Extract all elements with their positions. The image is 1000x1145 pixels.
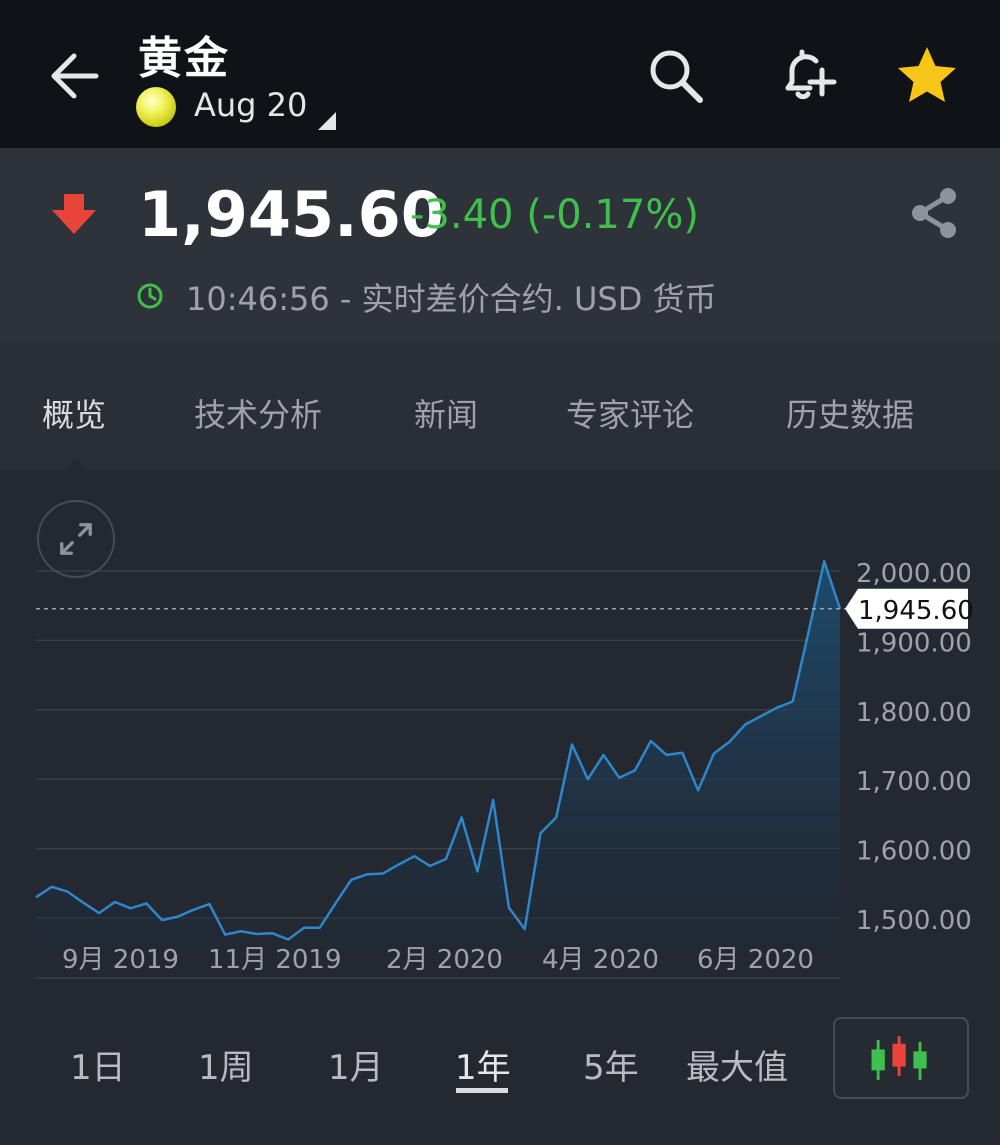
current-price-label: 1,945.60 [858, 596, 974, 626]
star-icon[interactable] [896, 44, 958, 106]
clock-icon [137, 283, 163, 309]
back-arrow-icon[interactable] [44, 48, 104, 104]
tab-news[interactable]: 新闻 [414, 390, 478, 436]
y-tick-label: 1,800.00 [856, 698, 972, 728]
range-1-year[interactable]: 1年 [455, 1040, 511, 1089]
expand-chart-button[interactable] [37, 500, 115, 578]
price-chart[interactable]: 2,000.00 1,900.00 1,800.00 1,700.00 1,600.00… [0, 470, 1000, 1000]
top-bar: 黄金 Aug 20 [0, 0, 1000, 148]
range-1-month[interactable]: 1月 [328, 1040, 384, 1089]
range-1-day[interactable]: 1日 [70, 1040, 126, 1089]
tab-expert-comments[interactable]: 专家评论 [566, 390, 694, 436]
add-alert-bell-icon[interactable] [776, 44, 838, 106]
chart-canvas: 2,000.00 1,900.00 1,800.00 1,700.00 1,600.00… [35, 559, 974, 979]
x-tick-label: 4月 2020 [542, 945, 659, 975]
section-tabs: 概览 技术分析 新闻 专家评论 历史数据 [0, 342, 1000, 470]
range-max[interactable]: 最大值 [686, 1040, 788, 1089]
y-tick-label: 2,000.00 [856, 559, 972, 589]
x-tick-label: 9月 2019 [62, 945, 179, 975]
x-tick-label: 11月 2019 [208, 945, 342, 975]
y-tick-label: 1,500.00 [856, 906, 972, 936]
range-1-week[interactable]: 1周 [198, 1040, 254, 1089]
active-range-underline [456, 1088, 508, 1093]
tab-technical-analysis[interactable]: 技术分析 [194, 390, 322, 436]
search-icon[interactable] [646, 46, 706, 106]
quote-panel: 1,945.60 -3.40 (-0.17%) 10:46:56 - 实时差价合… [0, 148, 1000, 342]
price-change: -3.40 (-0.17%) [410, 192, 699, 238]
chart-type-button[interactable] [833, 1017, 969, 1099]
x-tick-label: 2月 2020 [386, 945, 503, 975]
price-down-arrow-icon [52, 194, 96, 234]
expand-icon [60, 523, 92, 555]
quote-time-info: 10:46:56 - 实时差价合约. USD 货币 [186, 280, 717, 318]
candlestick-chart-icon [871, 1036, 927, 1080]
range-5-years[interactable]: 5年 [583, 1040, 639, 1089]
y-tick-label: 1,600.00 [856, 837, 972, 867]
time-range-selector: 1日 1周 1月 1年 5年 最大值 [0, 1010, 1000, 1120]
x-tick-label: 6月 2020 [697, 945, 814, 975]
y-tick-label: 1,900.00 [856, 628, 972, 658]
share-icon[interactable] [908, 186, 960, 240]
gold-coin-icon [136, 87, 176, 127]
instrument-title: 黄金 [138, 33, 230, 84]
active-tab-pointer [64, 458, 88, 470]
tab-overview[interactable]: 概览 [42, 390, 106, 436]
tab-historical-data[interactable]: 历史数据 [786, 390, 914, 436]
contract-expiry-selector[interactable]: Aug 20 [194, 86, 307, 124]
price-area [36, 561, 840, 948]
last-price: 1,945.60 [138, 178, 444, 251]
dropdown-caret-icon[interactable] [318, 112, 336, 130]
y-tick-label: 1,700.00 [856, 767, 972, 797]
